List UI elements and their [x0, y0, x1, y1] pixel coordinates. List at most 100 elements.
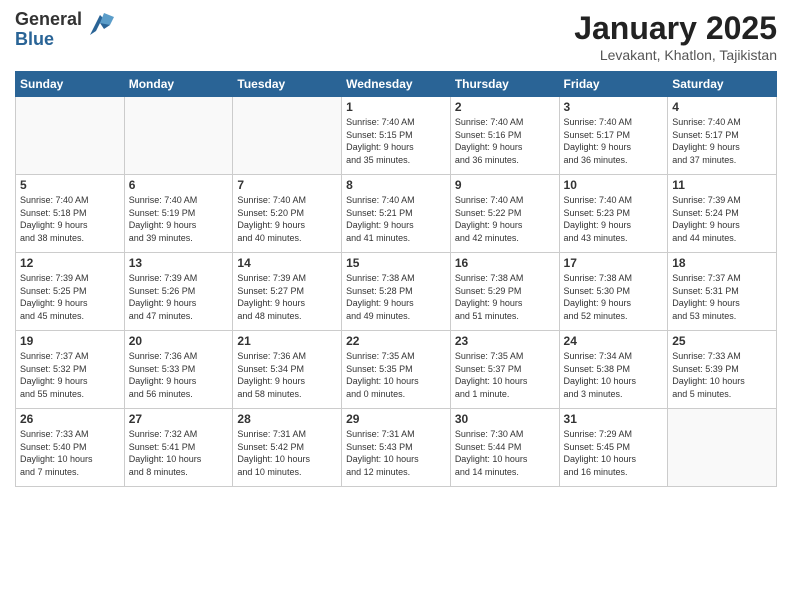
- day-number: 18: [672, 256, 772, 270]
- calendar-cell: 19Sunrise: 7:37 AM Sunset: 5:32 PM Dayli…: [16, 331, 125, 409]
- calendar-week-2: 5 Sunrise: 7:40 AM Sunset: 5:18 PM Daylig…: [16, 175, 777, 253]
- logo-general: General: [15, 10, 82, 30]
- day-info: Sunrise: 7:38 AM Sunset: 5:30 PM Dayligh…: [564, 272, 664, 322]
- day-number: 14: [237, 256, 337, 270]
- calendar-cell: 29 Sunrise: 7:31 AM Sunset: 5:43 PM Dayli…: [342, 409, 451, 487]
- day-number: 17: [564, 256, 664, 270]
- day-info: Sunrise: 7:40 AM Sunset: 5:17 PM Dayligh…: [672, 116, 772, 166]
- day-number: 3: [564, 100, 664, 114]
- day-number: 7: [237, 178, 337, 192]
- calendar-cell: 10 Sunrise: 7:40 AM Sunset: 5:23 PM Dayli…: [559, 175, 668, 253]
- day-number: 11: [672, 178, 772, 192]
- calendar-cell: [124, 97, 233, 175]
- calendar-cell: 21 Sunrise: 7:36 AM Sunset: 5:34 PM Dayli…: [233, 331, 342, 409]
- day-info: Sunrise: 7:36 AM Sunset: 5:34 PM Dayligh…: [237, 350, 337, 400]
- weekday-header-saturday: Saturday: [668, 72, 777, 97]
- calendar-cell: 31Sunrise: 7:29 AM Sunset: 5:45 PM Dayli…: [559, 409, 668, 487]
- day-number: 23: [455, 334, 555, 348]
- day-info: Sunrise: 7:40 AM Sunset: 5:21 PM Dayligh…: [346, 194, 446, 244]
- day-info: Sunrise: 7:34 AM Sunset: 5:38 PM Dayligh…: [564, 350, 664, 400]
- calendar-cell: 24 Sunrise: 7:34 AM Sunset: 5:38 PM Dayli…: [559, 331, 668, 409]
- calendar-cell: 11Sunrise: 7:39 AM Sunset: 5:24 PM Dayli…: [668, 175, 777, 253]
- day-info: Sunrise: 7:29 AM Sunset: 5:45 PM Dayligh…: [564, 428, 664, 478]
- calendar-cell: 3 Sunrise: 7:40 AM Sunset: 5:17 PM Daylig…: [559, 97, 668, 175]
- weekday-header-friday: Friday: [559, 72, 668, 97]
- weekday-header-sunday: Sunday: [16, 72, 125, 97]
- day-number: 24: [564, 334, 664, 348]
- day-info: Sunrise: 7:38 AM Sunset: 5:28 PM Dayligh…: [346, 272, 446, 322]
- calendar-cell: 12Sunrise: 7:39 AM Sunset: 5:25 PM Dayli…: [16, 253, 125, 331]
- header: General Blue January 2025 Levakant, Khat…: [15, 10, 777, 63]
- day-number: 13: [129, 256, 229, 270]
- day-number: 5: [20, 178, 120, 192]
- day-info: Sunrise: 7:40 AM Sunset: 5:16 PM Dayligh…: [455, 116, 555, 166]
- title-section: January 2025 Levakant, Khatlon, Tajikist…: [574, 10, 777, 63]
- calendar-cell: 23Sunrise: 7:35 AM Sunset: 5:37 PM Dayli…: [450, 331, 559, 409]
- day-info: Sunrise: 7:35 AM Sunset: 5:35 PM Dayligh…: [346, 350, 446, 400]
- day-number: 6: [129, 178, 229, 192]
- day-number: 27: [129, 412, 229, 426]
- weekday-header-monday: Monday: [124, 72, 233, 97]
- day-info: Sunrise: 7:40 AM Sunset: 5:15 PM Dayligh…: [346, 116, 446, 166]
- day-number: 12: [20, 256, 120, 270]
- calendar-cell: 9Sunrise: 7:40 AM Sunset: 5:22 PM Daylig…: [450, 175, 559, 253]
- day-info: Sunrise: 7:31 AM Sunset: 5:42 PM Dayligh…: [237, 428, 337, 478]
- day-number: 30: [455, 412, 555, 426]
- calendar-cell: 18 Sunrise: 7:37 AM Sunset: 5:31 PM Dayli…: [668, 253, 777, 331]
- day-info: Sunrise: 7:33 AM Sunset: 5:40 PM Dayligh…: [20, 428, 120, 478]
- calendar-cell: 20 Sunrise: 7:36 AM Sunset: 5:33 PM Dayli…: [124, 331, 233, 409]
- day-info: Sunrise: 7:40 AM Sunset: 5:18 PM Dayligh…: [20, 194, 120, 244]
- day-info: Sunrise: 7:36 AM Sunset: 5:33 PM Dayligh…: [129, 350, 229, 400]
- day-number: 10: [564, 178, 664, 192]
- calendar-cell: 30 Sunrise: 7:30 AM Sunset: 5:44 PM Dayli…: [450, 409, 559, 487]
- day-info: Sunrise: 7:38 AM Sunset: 5:29 PM Dayligh…: [455, 272, 555, 322]
- calendar-cell: 7 Sunrise: 7:40 AM Sunset: 5:20 PM Daylig…: [233, 175, 342, 253]
- calendar-cell: 26Sunrise: 7:33 AM Sunset: 5:40 PM Dayli…: [16, 409, 125, 487]
- day-number: 4: [672, 100, 772, 114]
- calendar-cell: 13 Sunrise: 7:39 AM Sunset: 5:26 PM Dayli…: [124, 253, 233, 331]
- calendar-cell: 2 Sunrise: 7:40 AM Sunset: 5:16 PM Daylig…: [450, 97, 559, 175]
- day-number: 22: [346, 334, 446, 348]
- calendar-cell: 5 Sunrise: 7:40 AM Sunset: 5:18 PM Daylig…: [16, 175, 125, 253]
- day-number: 21: [237, 334, 337, 348]
- location: Levakant, Khatlon, Tajikistan: [574, 47, 777, 63]
- day-info: Sunrise: 7:40 AM Sunset: 5:17 PM Dayligh…: [564, 116, 664, 166]
- weekday-header-tuesday: Tuesday: [233, 72, 342, 97]
- calendar-cell: 27Sunrise: 7:32 AM Sunset: 5:41 PM Dayli…: [124, 409, 233, 487]
- day-info: Sunrise: 7:30 AM Sunset: 5:44 PM Dayligh…: [455, 428, 555, 478]
- day-number: 19: [20, 334, 120, 348]
- day-info: Sunrise: 7:39 AM Sunset: 5:26 PM Dayligh…: [129, 272, 229, 322]
- day-info: Sunrise: 7:33 AM Sunset: 5:39 PM Dayligh…: [672, 350, 772, 400]
- day-number: 15: [346, 256, 446, 270]
- calendar-cell: 28 Sunrise: 7:31 AM Sunset: 5:42 PM Dayli…: [233, 409, 342, 487]
- weekday-header-row: SundayMondayTuesdayWednesdayThursdayFrid…: [16, 72, 777, 97]
- logo-blue: Blue: [15, 30, 82, 50]
- day-number: 1: [346, 100, 446, 114]
- calendar-cell: 14Sunrise: 7:39 AM Sunset: 5:27 PM Dayli…: [233, 253, 342, 331]
- calendar-cell: 8Sunrise: 7:40 AM Sunset: 5:21 PM Daylig…: [342, 175, 451, 253]
- page-container: General Blue January 2025 Levakant, Khat…: [0, 0, 792, 612]
- day-number: 29: [346, 412, 446, 426]
- calendar-week-1: 1 Sunrise: 7:40 AM Sunset: 5:15 PM Daylig…: [16, 97, 777, 175]
- calendar-week-3: 12Sunrise: 7:39 AM Sunset: 5:25 PM Dayli…: [16, 253, 777, 331]
- day-info: Sunrise: 7:31 AM Sunset: 5:43 PM Dayligh…: [346, 428, 446, 478]
- day-info: Sunrise: 7:37 AM Sunset: 5:31 PM Dayligh…: [672, 272, 772, 322]
- day-number: 28: [237, 412, 337, 426]
- calendar-week-4: 19Sunrise: 7:37 AM Sunset: 5:32 PM Dayli…: [16, 331, 777, 409]
- calendar-table: SundayMondayTuesdayWednesdayThursdayFrid…: [15, 71, 777, 487]
- weekday-header-thursday: Thursday: [450, 72, 559, 97]
- day-info: Sunrise: 7:40 AM Sunset: 5:22 PM Dayligh…: [455, 194, 555, 244]
- calendar-cell: [668, 409, 777, 487]
- day-info: Sunrise: 7:40 AM Sunset: 5:19 PM Dayligh…: [129, 194, 229, 244]
- day-info: Sunrise: 7:40 AM Sunset: 5:20 PM Dayligh…: [237, 194, 337, 244]
- calendar-cell: 15 Sunrise: 7:38 AM Sunset: 5:28 PM Dayli…: [342, 253, 451, 331]
- calendar-cell: [16, 97, 125, 175]
- calendar-cell: 16 Sunrise: 7:38 AM Sunset: 5:29 PM Dayli…: [450, 253, 559, 331]
- calendar-cell: 4 Sunrise: 7:40 AM Sunset: 5:17 PM Daylig…: [668, 97, 777, 175]
- day-info: Sunrise: 7:40 AM Sunset: 5:23 PM Dayligh…: [564, 194, 664, 244]
- weekday-header-wednesday: Wednesday: [342, 72, 451, 97]
- logo: General Blue: [15, 10, 114, 50]
- day-number: 20: [129, 334, 229, 348]
- day-number: 2: [455, 100, 555, 114]
- day-number: 16: [455, 256, 555, 270]
